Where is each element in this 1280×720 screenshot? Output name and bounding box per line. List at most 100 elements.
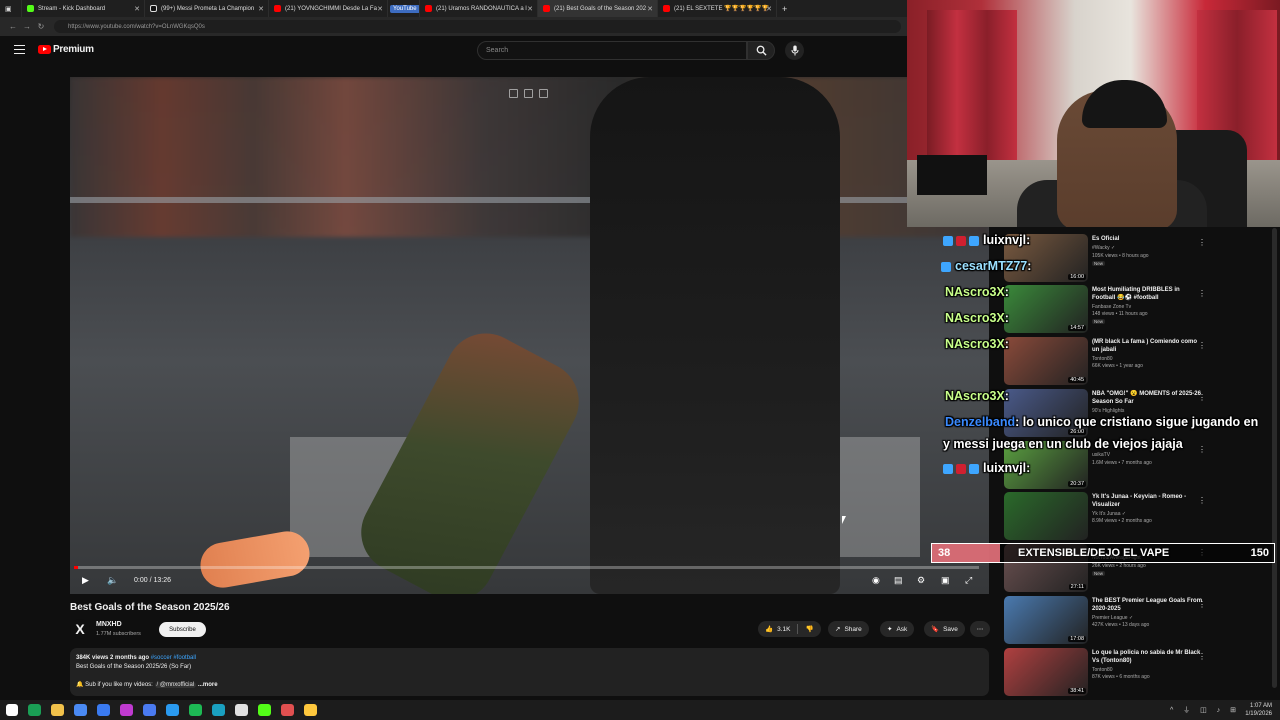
- video-thumbnail[interactable]: 17:08: [1004, 596, 1088, 644]
- windows-start-icon[interactable]: [6, 704, 18, 716]
- search-button[interactable]: [747, 41, 775, 60]
- more-vertical-icon[interactable]: ⋮: [1198, 393, 1206, 402]
- voice-search-button[interactable]: [785, 41, 804, 60]
- recommendation-title[interactable]: (MR black La fama ) Comiendo como un jab…: [1092, 338, 1204, 354]
- channel-avatar[interactable]: X: [70, 619, 90, 639]
- taskbar-app-icon[interactable]: [189, 704, 202, 716]
- recommendation-channel[interactable]: Fanbase Zone Tv: [1092, 304, 1131, 310]
- video-thumbnail[interactable]: 14:57: [1004, 285, 1088, 333]
- browser-tab-active[interactable]: (21) Best Goals of the Season 202 ✕: [538, 0, 658, 17]
- share-button[interactable]: ↗ Share: [828, 621, 869, 637]
- ask-button[interactable]: ✦ Ask: [880, 621, 915, 637]
- taskbar-app-icon[interactable]: [212, 704, 225, 716]
- thumbs-down-icon[interactable]: 👎: [805, 625, 813, 633]
- browser-tab[interactable]: (21) Uramos RANDONAUTICA a l ✕: [420, 0, 538, 17]
- recommendation-channel[interactable]: 90's Highlights: [1092, 408, 1124, 414]
- translate-icon[interactable]: [539, 89, 548, 98]
- miniplayer-icon[interactable]: ▣: [941, 575, 950, 586]
- autoplay-toggle-icon[interactable]: ◉: [872, 575, 880, 586]
- save-button[interactable]: 🔖 Save: [924, 621, 965, 637]
- recommendation-channel[interactable]: Tonton80: [1092, 667, 1113, 673]
- more-vertical-icon[interactable]: ⋮: [1198, 652, 1206, 661]
- recommendation-channel[interactable]: Premier League ✓: [1092, 615, 1133, 621]
- taskbar-app-icon[interactable]: [28, 704, 41, 716]
- system-tray[interactable]: ^ ⏚ ◫ ♪ ⊞: [1170, 705, 1240, 715]
- back-icon[interactable]: ←: [6, 22, 20, 31]
- recommendation-item[interactable]: 14:57 Most Humiliating DRIBBLES in Footba…: [1002, 285, 1272, 335]
- recommendation-item[interactable]: 40:45 (MR black La fama ) Comiendo como u…: [1002, 337, 1272, 387]
- recommendation-item[interactable]: 16:00 Es Oficial #Wacky ✓ 105K views • 8 ho…: [1002, 234, 1272, 284]
- close-icon[interactable]: ✕: [134, 5, 140, 13]
- chat-username[interactable]: NAscro3X: [945, 285, 1005, 299]
- recommendation-item[interactable]: 26:00 NBA "OMG!" 😮 MOMENTS of 2025-26 Sea…: [1002, 389, 1272, 439]
- new-tab-button[interactable]: +: [777, 0, 797, 17]
- more-vertical-icon[interactable]: ⋮: [1198, 289, 1206, 298]
- recommendation-item[interactable]: 38:41 Lo que la policia no sabia de Mr Bl…: [1002, 648, 1272, 698]
- close-icon[interactable]: ✕: [377, 5, 383, 13]
- recommendation-item[interactable]: 17:08 The BEST Premier League Goals From …: [1002, 596, 1272, 646]
- recommendation-channel[interactable]: Yk It's Junaa ✓: [1092, 511, 1126, 517]
- close-icon[interactable]: ✕: [527, 5, 533, 13]
- close-icon[interactable]: ✕: [766, 5, 772, 13]
- taskbar-app-icon[interactable]: [281, 704, 294, 716]
- fullscreen-icon[interactable]: ⤢: [965, 575, 972, 586]
- channel-name[interactable]: MNXHD: [96, 621, 122, 628]
- channel-link[interactable]: / @mnxofficial: [154, 682, 197, 688]
- captions-icon[interactable]: ▤: [894, 575, 903, 586]
- recommendation-title[interactable]: NBA "OMG!" 😮 MOMENTS of 2025-26 Season S…: [1092, 390, 1204, 406]
- more-vertical-icon[interactable]: ⋮: [1198, 445, 1206, 454]
- chat-username[interactable]: luixnvjl: [983, 461, 1026, 475]
- video-thumbnail[interactable]: [1004, 492, 1088, 540]
- taskbar-app-icon[interactable]: [143, 704, 156, 716]
- taskbar-app-icon[interactable]: [74, 704, 87, 716]
- copy-icon[interactable]: [524, 89, 533, 98]
- like-button[interactable]: 👍 3.1K 👎: [758, 621, 821, 637]
- hamburger-menu-icon[interactable]: [14, 45, 25, 54]
- taskbar-app-icon[interactable]: [166, 704, 179, 716]
- show-more-link[interactable]: ...more: [198, 682, 218, 688]
- sidebar-scrollbar[interactable]: [1272, 228, 1277, 688]
- close-icon[interactable]: ✕: [258, 5, 264, 13]
- recommendation-title[interactable]: Lo que la policia no sabia de Mr Black V…: [1092, 649, 1204, 665]
- more-vertical-icon[interactable]: ⋮: [1198, 238, 1206, 247]
- video-thumbnail[interactable]: 40:45: [1004, 337, 1088, 385]
- play-icon[interactable]: ▶: [82, 575, 89, 586]
- settings-gear-icon[interactable]: ⚙: [917, 575, 925, 586]
- taskbar-app-icon[interactable]: [120, 704, 133, 716]
- url-field[interactable]: https://www.youtube.com/watch?v=OLnWGKqs…: [54, 20, 901, 33]
- forward-icon[interactable]: →: [20, 22, 34, 31]
- chat-username[interactable]: NAscro3X: [945, 389, 1005, 403]
- browser-tab[interactable]: (21) EL SEXTETE 🏆🏆🏆🏆🏆🏆 ✕: [658, 0, 777, 17]
- description-box[interactable]: 384K views 2 months ago #soccer #footbal…: [70, 648, 989, 696]
- recommendation-item[interactable]: Yk It's Junaa - Keyvian - Romeo - Visual…: [1002, 492, 1272, 542]
- more-actions-button[interactable]: ⋯: [970, 621, 990, 637]
- close-icon[interactable]: ✕: [647, 5, 653, 13]
- video-thumbnail[interactable]: 26:00: [1004, 389, 1088, 437]
- taskbar-app-icon[interactable]: [258, 704, 271, 716]
- browser-tab[interactable]: (99+) Messi Prometa La Champion ✕: [145, 0, 269, 17]
- volume-icon[interactable]: 🔈: [107, 575, 118, 586]
- recommendation-channel[interactable]: usikaTV: [1092, 452, 1110, 458]
- taskbar-clock[interactable]: 1:07 AM 1/19/2026: [1245, 702, 1272, 718]
- video-player[interactable]: [70, 77, 989, 594]
- chat-username[interactable]: luixnvjl: [983, 233, 1026, 247]
- taskbar-app-icon[interactable]: [235, 704, 248, 716]
- search-input[interactable]: Search: [477, 41, 747, 60]
- recommendation-title[interactable]: Yk It's Junaa - Keyvian - Romeo - Visual…: [1092, 493, 1204, 509]
- more-vertical-icon[interactable]: ⋮: [1198, 496, 1206, 505]
- recommendation-title[interactable]: Es Oficial: [1092, 235, 1204, 243]
- window-menu-icon[interactable]: ▣: [0, 0, 22, 17]
- video-progress-bar[interactable]: [74, 566, 979, 569]
- chat-username[interactable]: NAscro3X: [945, 337, 1005, 351]
- recommendation-channel[interactable]: #Wacky ✓: [1092, 245, 1115, 251]
- crop-icon[interactable]: [509, 89, 518, 98]
- youtube-premium-logo[interactable]: Premium: [38, 44, 94, 55]
- chat-username[interactable]: NAscro3X: [945, 311, 1005, 325]
- recommendation-title[interactable]: Most Humiliating DRIBBLES in Football 😂⚽…: [1092, 286, 1204, 302]
- taskbar-app-icon[interactable]: [97, 704, 110, 716]
- video-thumbnail[interactable]: 38:41: [1004, 648, 1088, 696]
- browser-tab[interactable]: (21) YOVNGCHIMMI Desde La Fa ✕: [269, 0, 388, 17]
- browser-tab[interactable]: Stream - Kick Dashboard ✕: [22, 0, 145, 17]
- recommendation-channel[interactable]: Tonton80: [1092, 356, 1113, 362]
- browser-tab-youtube[interactable]: YouTube: [388, 0, 420, 17]
